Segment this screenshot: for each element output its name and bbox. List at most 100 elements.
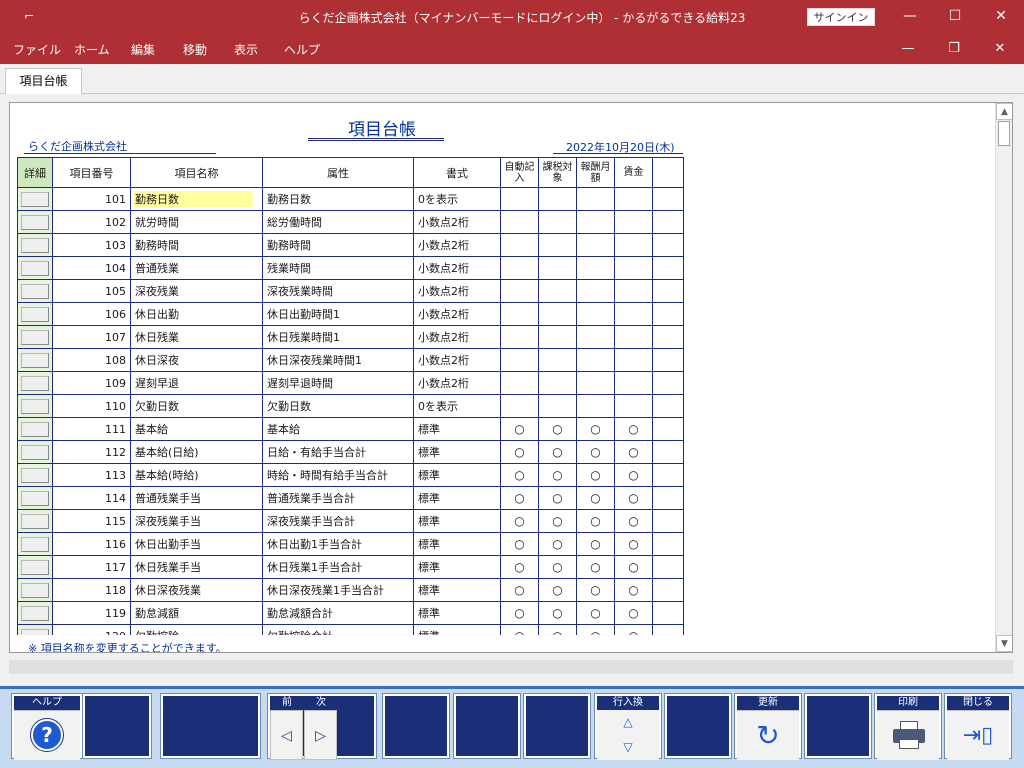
monthly-pay-cell[interactable]: ○ — [576, 555, 615, 579]
maximize-button[interactable]: ☐ — [942, 4, 968, 28]
item-name-cell[interactable]: 普通残業 — [130, 256, 263, 280]
monthly-pay-cell[interactable]: ○ — [576, 440, 615, 464]
detail-button[interactable] — [21, 306, 49, 322]
item-name-cell[interactable]: 休日出勤手当 — [130, 532, 263, 556]
item-name-cell[interactable]: 勤務時間 — [130, 233, 263, 257]
item-name-value[interactable]: 休日深夜 — [135, 354, 179, 367]
menu-view[interactable]: 表示 — [234, 41, 258, 58]
taxable-cell[interactable] — [538, 256, 577, 280]
move-down-icon[interactable]: ▽ — [597, 735, 659, 760]
wage-cell[interactable] — [614, 325, 653, 349]
monthly-pay-cell[interactable] — [576, 325, 615, 349]
detail-button[interactable] — [21, 605, 49, 621]
taxable-cell[interactable]: ○ — [538, 417, 577, 441]
tab-item-ledger[interactable]: 項目台帳 — [5, 68, 82, 95]
fkey-blank-4[interactable] — [453, 693, 521, 759]
menu-file[interactable]: ファイル — [13, 41, 61, 58]
monthly-pay-cell[interactable]: ○ — [576, 509, 615, 533]
wage-cell[interactable]: ○ — [614, 578, 653, 602]
wage-cell[interactable]: ○ — [614, 555, 653, 579]
detail-button[interactable] — [21, 375, 49, 391]
scroll-up-icon[interactable]: ▲ — [996, 103, 1012, 120]
fkey-blank-2[interactable] — [160, 693, 261, 759]
detail-button[interactable] — [21, 260, 49, 276]
taxable-cell[interactable]: ○ — [538, 601, 577, 625]
item-name-cell[interactable]: 休日残業手当 — [130, 555, 263, 579]
taxable-cell[interactable] — [538, 279, 577, 303]
auto-entry-cell[interactable] — [500, 302, 539, 326]
item-name-cell[interactable]: 基本給 — [130, 417, 263, 441]
doc-close-button[interactable]: ✕ — [988, 39, 1012, 59]
wage-cell[interactable] — [614, 348, 653, 372]
doc-restore-button[interactable]: ❐ — [942, 39, 966, 59]
item-name-value[interactable]: 基本給 — [135, 423, 168, 436]
item-name-value[interactable]: 欠勤日数 — [135, 400, 179, 413]
item-name-cell[interactable]: 基本給(日給) — [130, 440, 263, 464]
auto-entry-cell[interactable]: ○ — [500, 486, 539, 510]
taxable-cell[interactable] — [538, 394, 577, 418]
auto-entry-cell[interactable]: ○ — [500, 532, 539, 556]
menu-move[interactable]: 移動 — [183, 41, 207, 58]
item-name-cell[interactable]: 遅刻早退 — [130, 371, 263, 395]
wage-cell[interactable]: ○ — [614, 486, 653, 510]
wage-cell[interactable] — [614, 279, 653, 303]
monthly-pay-cell[interactable]: ○ — [576, 532, 615, 556]
monthly-pay-cell[interactable] — [576, 348, 615, 372]
auto-entry-cell[interactable] — [500, 279, 539, 303]
menu-edit[interactable]: 編集 — [131, 41, 155, 58]
taxable-cell[interactable]: ○ — [538, 486, 577, 510]
wage-cell[interactable] — [614, 394, 653, 418]
scroll-thumb[interactable] — [998, 121, 1010, 146]
item-name-value[interactable]: 基本給(時給) — [135, 469, 199, 482]
auto-entry-cell[interactable]: ○ — [500, 601, 539, 625]
auto-entry-cell[interactable]: ○ — [500, 463, 539, 487]
detail-button[interactable] — [21, 191, 49, 207]
auto-entry-cell[interactable] — [500, 210, 539, 234]
signin-button[interactable]: サインイン — [807, 8, 875, 26]
detail-button[interactable] — [21, 536, 49, 552]
auto-entry-cell[interactable] — [500, 394, 539, 418]
monthly-pay-cell[interactable] — [576, 302, 615, 326]
wage-cell[interactable]: ○ — [614, 509, 653, 533]
item-name-cell[interactable]: 休日深夜 — [130, 348, 263, 372]
item-name-value[interactable]: 休日残業手当 — [135, 561, 201, 574]
wage-cell[interactable]: ○ — [614, 463, 653, 487]
taxable-cell[interactable] — [538, 325, 577, 349]
monthly-pay-cell[interactable] — [576, 394, 615, 418]
item-name-cell[interactable]: 深夜残業 — [130, 279, 263, 303]
auto-entry-cell[interactable] — [500, 325, 539, 349]
item-name-cell[interactable]: 欠勤日数 — [130, 394, 263, 418]
fkey-blank-5[interactable] — [523, 693, 591, 759]
auto-entry-cell[interactable] — [500, 233, 539, 257]
scroll-down-icon[interactable]: ▼ — [996, 635, 1012, 652]
wage-cell[interactable] — [614, 187, 653, 211]
taxable-cell[interactable]: ○ — [538, 440, 577, 464]
item-name-value[interactable]: 休日出勤手当 — [135, 538, 201, 551]
monthly-pay-cell[interactable]: ○ — [576, 463, 615, 487]
item-name-value[interactable]: 休日出勤 — [135, 308, 179, 321]
wage-cell[interactable] — [614, 256, 653, 280]
move-up-icon[interactable]: △ — [597, 710, 659, 735]
row-swap-button[interactable]: 行入換 △ ▽ — [594, 693, 662, 760]
item-name-cell[interactable]: 休日残業 — [130, 325, 263, 349]
wage-cell[interactable]: ○ — [614, 417, 653, 441]
monthly-pay-cell[interactable]: ○ — [576, 578, 615, 602]
auto-entry-cell[interactable]: ○ — [500, 417, 539, 441]
fkey-blank-3[interactable] — [382, 693, 450, 759]
taxable-cell[interactable]: ○ — [538, 532, 577, 556]
detail-button[interactable] — [21, 467, 49, 483]
close-button[interactable]: 閉じる ⇥▯ — [944, 693, 1012, 760]
taxable-cell[interactable] — [538, 210, 577, 234]
item-name-value[interactable]: 勤怠減額 — [135, 607, 179, 620]
taxable-cell[interactable]: ○ — [538, 509, 577, 533]
close-window-button[interactable]: ✕ — [988, 4, 1014, 28]
taxable-cell[interactable]: ○ — [538, 578, 577, 602]
detail-button[interactable] — [21, 329, 49, 345]
monthly-pay-cell[interactable] — [576, 256, 615, 280]
item-name-cell[interactable]: 就労時間 — [130, 210, 263, 234]
item-name-cell[interactable]: 深夜残業手当 — [130, 509, 263, 533]
detail-button[interactable] — [21, 444, 49, 460]
next-button[interactable]: ▷ — [304, 710, 337, 760]
help-button[interactable]: ヘルプ ? — [11, 693, 83, 760]
detail-button[interactable] — [21, 352, 49, 368]
